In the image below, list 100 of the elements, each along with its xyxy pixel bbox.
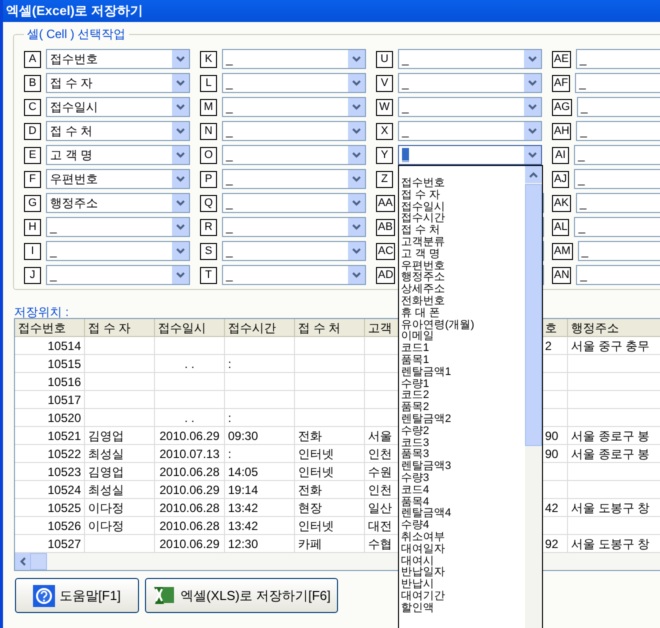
column-header[interactable]: 호 [545,321,557,335]
dropdown-option[interactable]: 수량1 [401,378,525,390]
combo-box[interactable]: _ [222,49,366,69]
combo-box[interactable]: _ [398,121,542,141]
dropdown-arrow-button[interactable] [348,146,365,164]
combo-box[interactable]: _ [46,217,190,237]
scroll-thumb[interactable] [525,184,542,446]
combo-box[interactable]: _ [222,121,366,141]
dropdown-option[interactable]: 전화번호 [401,296,525,308]
dropdown-arrow-button[interactable] [348,242,365,260]
combo-box[interactable]: _ [576,265,660,285]
dropdown-arrow-button[interactable] [172,170,189,188]
dropdown-option[interactable]: 렌탈금액1 [401,366,525,379]
combo-box[interactable]: _ [576,49,660,69]
combo-box[interactable]: _ [574,145,660,165]
combo-box[interactable]: 행정주소 [46,193,190,213]
dropdown-option[interactable]: 접수일시 [401,202,525,214]
column-header[interactable]: 고객 [368,321,392,335]
combo-box[interactable]: 접 수 자 [46,73,190,93]
dropdown-option[interactable]: 코드2 [401,390,525,402]
dropdown-option[interactable]: 렌탈금액3 [401,461,525,473]
combo-box[interactable]: 접수번호 [46,49,190,69]
dropdown-arrow-button[interactable] [524,98,541,116]
combo-box[interactable]: _ [576,121,660,141]
combo-box[interactable]: _ [398,49,542,69]
dropdown-option[interactable]: 유아연령(개월) [401,320,525,332]
dropdown-option[interactable]: 품목1 [401,354,525,367]
dropdown-option[interactable]: 코드3 [401,438,525,450]
scroll-thumb[interactable] [30,553,47,570]
dropdown-option[interactable]: 고 객 명 [401,248,525,261]
combo-box[interactable]: _ [222,241,366,261]
dropdown-option[interactable]: 행정주소 [401,272,525,284]
dropdown-option[interactable]: 접 수 처 [401,225,525,237]
dropdown-arrow-button[interactable] [172,74,189,92]
dropdown-option[interactable]: 코드4 [401,484,525,497]
dropdown-option[interactable]: 할인액 [401,602,525,614]
dropdown-option[interactable]: 이메일 [401,331,525,344]
dropdown-option[interactable]: 고객분류 [401,236,525,249]
combo-box[interactable]: _ [222,97,366,117]
dropdown-arrow-button[interactable] [172,146,189,164]
combo-box[interactable]: 접 수 처 [46,121,190,141]
combo-box[interactable]: 우편번호 [46,169,190,189]
dropdown-option[interactable]: 코드1 [401,343,525,355]
dropdown-arrow-button[interactable] [172,194,189,212]
dropdown-arrow-button[interactable] [172,98,189,116]
dropdown-option[interactable]: 렌탈금액4 [401,508,525,520]
dropdown-option[interactable]: 접수시간 [401,213,525,226]
combo-box[interactable]: _ [574,169,660,189]
dropdown-arrow-button[interactable] [172,50,189,68]
dropdown-option[interactable]: 접수번호 [401,178,525,190]
dropdown-option[interactable]: 우편번호 [401,260,525,272]
column-header[interactable]: 접 수 자 [88,321,131,335]
scroll-left-button[interactable] [15,553,30,570]
dropdown-arrow-button[interactable] [348,50,365,68]
combo-box[interactable]: _ [222,193,366,213]
column-header[interactable]: 접 수 처 [298,321,341,335]
combo-box[interactable]: _ [222,145,366,165]
combo-box[interactable]: 고 객 명 [46,145,190,165]
dropdown-arrow-button[interactable] [524,146,541,164]
dropdown-arrow-button[interactable] [348,170,365,188]
column-header[interactable]: 접수번호 [18,321,66,335]
dropdown-option[interactable]: 수량4 [401,520,525,532]
dropdown-option[interactable]: 품목2 [401,402,525,414]
dropdown-option[interactable]: 렌탈금액2 [401,414,525,426]
dropdown-option[interactable]: 품목4 [401,496,525,508]
dropdown-option[interactable]: 대여시 [401,556,525,568]
dropdown-arrow-button[interactable] [348,98,365,116]
combo-box[interactable]: _ [576,193,660,213]
dropdown-option[interactable]: 상세주소 [401,284,525,296]
dropdown-option[interactable]: 수량3 [401,472,525,485]
combo-box[interactable]: 접수일시 [46,97,190,117]
combo-box[interactable]: _ [222,73,366,93]
scroll-up-button[interactable] [525,166,542,183]
combo-box[interactable]: _ [222,265,366,285]
dropdown-option[interactable]: 대여기간 [401,590,525,603]
dropdown-arrow-button[interactable] [172,218,189,236]
scrollbar[interactable] [525,166,542,628]
dropdown-option[interactable]: 접 수 자 [401,190,525,202]
dropdown-option[interactable]: 반납일자 [401,567,525,580]
dropdown-list[interactable]: 접수번호 접 수 자 접수일시 접수시간 접 수 처 고객분류 고 객 명 우편번호 행정주소 상세주소 전화번호 휴 대 폰 유아연령(개월) 이메일 코드1 품목1 렌탈금액1 수량1 코드2 품목2 렌탈금액2 수량2 코드3 품목3 렌탈금액3 수량3 코드4 품목4 렌탈금액4 수량4 취소여부 대여일자 대여시 반납일자 반납시 대여기간 할인액 [398,165,543,628]
dropdown-arrow-button[interactable] [348,122,365,140]
save-excel-button[interactable]: 엑셀(XLS)로 저장하기[F6] [145,578,338,613]
column-header[interactable]: 접수일시 [158,321,206,335]
dropdown-option[interactable]: 품목3 [401,449,525,462]
dropdown-arrow-button[interactable] [524,50,541,68]
combo-box[interactable]: _ [222,217,366,237]
dropdown-option[interactable]: 취소여부 [401,532,525,544]
dropdown-arrow-button[interactable] [348,266,365,284]
combo-box[interactable]: _ [398,97,542,117]
dropdown-arrow-button[interactable] [348,74,365,92]
help-button[interactable]: 도움말[F1] [15,578,139,613]
combo-box[interactable]: _ [398,73,542,93]
dropdown-arrow-button[interactable] [524,122,541,140]
combo-box[interactable]: _ [576,97,660,117]
dropdown-arrow-button[interactable] [172,122,189,140]
combo-box[interactable]: _ [46,265,190,285]
column-header[interactable]: 접수시간 [228,321,276,335]
column-header[interactable]: 행정주소 [571,321,619,335]
dropdown-arrow-button[interactable] [348,218,365,236]
dropdown-option[interactable]: 반납시 [401,579,525,591]
